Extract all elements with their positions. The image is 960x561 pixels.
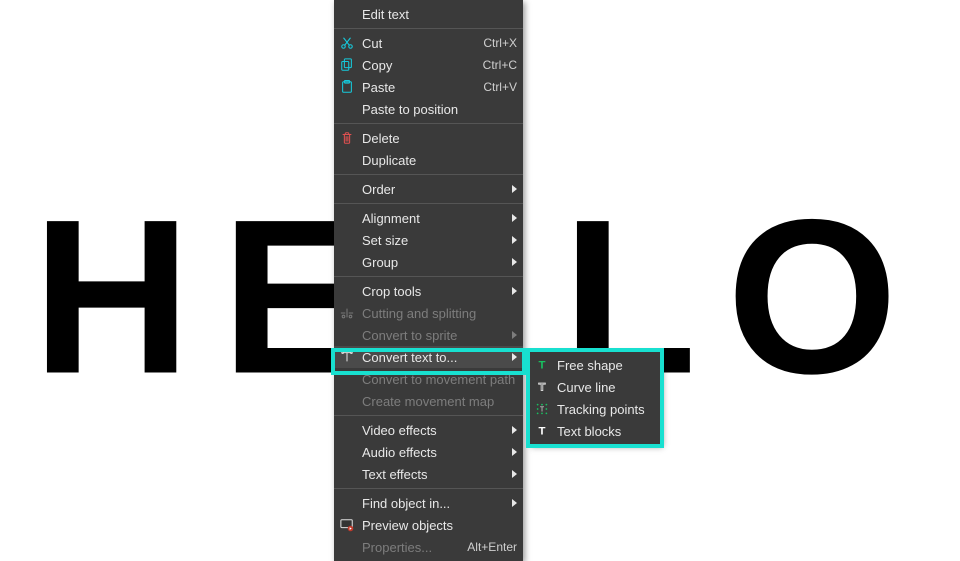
menu-paste[interactable]: Paste Ctrl+V xyxy=(334,76,523,98)
chevron-right-icon xyxy=(512,287,517,295)
delete-icon xyxy=(338,129,356,147)
menu-label: Paste xyxy=(362,80,473,95)
separator xyxy=(334,415,523,416)
menu-cutting-splitting: Cutting and splitting xyxy=(334,302,523,324)
menu-create-movement-map: Create movement map xyxy=(334,390,523,412)
preview-icon xyxy=(338,516,356,534)
text-convert-icon xyxy=(338,348,356,366)
menu-order[interactable]: Order xyxy=(334,178,523,200)
menu-convert-sprite: Convert to sprite xyxy=(334,324,523,346)
menu-audio-effects[interactable]: Audio effects xyxy=(334,441,523,463)
menu-label: Convert to movement path xyxy=(362,372,517,387)
separator xyxy=(334,123,523,124)
chevron-right-icon xyxy=(512,499,517,507)
menu-duplicate[interactable]: Duplicate xyxy=(334,149,523,171)
submenu-free-shape[interactable]: T Free shape xyxy=(529,354,661,376)
menu-crop-tools[interactable]: Crop tools xyxy=(334,280,523,302)
menu-label: Audio effects xyxy=(362,445,506,460)
copy-icon xyxy=(338,56,356,74)
menu-label: Crop tools xyxy=(362,284,506,299)
paste-icon xyxy=(338,78,356,96)
text-blocks-icon: T xyxy=(533,422,551,440)
tracking-points-icon: T xyxy=(533,400,551,418)
menu-label: Alignment xyxy=(362,211,506,226)
chevron-right-icon xyxy=(512,331,517,339)
menu-alignment[interactable]: Alignment xyxy=(334,207,523,229)
menu-label: Set size xyxy=(362,233,506,248)
menu-properties: Properties... Alt+Enter xyxy=(334,536,523,558)
menu-label: Duplicate xyxy=(362,153,517,168)
separator xyxy=(334,276,523,277)
submenu-curve-line[interactable]: T Curve line xyxy=(529,376,661,398)
text-shape-icon: T xyxy=(533,356,551,374)
separator xyxy=(334,28,523,29)
menu-label: Create movement map xyxy=(362,394,517,409)
menu-text-effects[interactable]: Text effects xyxy=(334,463,523,485)
context-menu: Edit text Cut Ctrl+X Copy Ctrl+C Paste C… xyxy=(334,0,523,561)
chevron-right-icon xyxy=(512,426,517,434)
menu-preview-objects[interactable]: Preview objects xyxy=(334,514,523,536)
menu-convert-text[interactable]: Convert text to... xyxy=(334,346,523,368)
svg-text:T: T xyxy=(539,382,546,394)
submenu-label: Text blocks xyxy=(557,424,655,439)
separator xyxy=(334,488,523,489)
menu-label: Find object in... xyxy=(362,496,506,511)
menu-label: Text effects xyxy=(362,467,506,482)
chevron-right-icon xyxy=(512,470,517,478)
menu-label: Cutting and splitting xyxy=(362,306,517,321)
menu-convert-movement-path: Convert to movement path xyxy=(334,368,523,390)
chevron-right-icon xyxy=(512,448,517,456)
menu-label: Cut xyxy=(362,36,473,51)
svg-text:T: T xyxy=(540,407,545,414)
shortcut: Ctrl+V xyxy=(483,80,517,94)
shortcut: Ctrl+X xyxy=(483,36,517,50)
menu-label: Properties... xyxy=(362,540,457,555)
menu-label: Order xyxy=(362,182,506,197)
menu-label: Paste to position xyxy=(362,102,517,117)
cut-icon xyxy=(338,34,356,52)
chevron-right-icon xyxy=(512,236,517,244)
shortcut: Alt+Enter xyxy=(467,540,517,554)
menu-edit-text[interactable]: Edit text xyxy=(334,3,523,25)
text-curve-icon: T xyxy=(533,378,551,396)
submenu-text-blocks[interactable]: T Text blocks xyxy=(529,420,661,442)
chevron-right-icon xyxy=(512,258,517,266)
menu-paste-position[interactable]: Paste to position xyxy=(334,98,523,120)
svg-text:T: T xyxy=(539,426,546,438)
menu-label: Copy xyxy=(362,58,473,73)
menu-copy[interactable]: Copy Ctrl+C xyxy=(334,54,523,76)
chevron-right-icon xyxy=(512,214,517,222)
chevron-right-icon xyxy=(512,185,517,193)
separator xyxy=(334,203,523,204)
menu-label: Convert text to... xyxy=(362,350,506,365)
menu-find-object[interactable]: Find object in... xyxy=(334,492,523,514)
menu-label: Group xyxy=(362,255,506,270)
menu-set-size[interactable]: Set size xyxy=(334,229,523,251)
submenu-label: Curve line xyxy=(557,380,655,395)
menu-label: Delete xyxy=(362,131,517,146)
separator xyxy=(334,174,523,175)
menu-label: Preview objects xyxy=(362,518,517,533)
menu-group[interactable]: Group xyxy=(334,251,523,273)
shortcut: Ctrl+C xyxy=(483,58,517,72)
svg-text:T: T xyxy=(539,360,546,372)
menu-label: Edit text xyxy=(362,7,517,22)
menu-label: Convert to sprite xyxy=(362,328,506,343)
menu-delete[interactable]: Delete xyxy=(334,127,523,149)
submenu-convert-text: T Free shape T Curve line T Tracking poi… xyxy=(529,351,661,445)
submenu-label: Free shape xyxy=(557,358,655,373)
menu-label: Video effects xyxy=(362,423,506,438)
chevron-right-icon xyxy=(512,353,517,361)
submenu-tracking-points[interactable]: T Tracking points xyxy=(529,398,661,420)
menu-video-effects[interactable]: Video effects xyxy=(334,419,523,441)
menu-cut[interactable]: Cut Ctrl+X xyxy=(334,32,523,54)
split-icon xyxy=(338,304,356,322)
submenu-label: Tracking points xyxy=(557,402,655,417)
